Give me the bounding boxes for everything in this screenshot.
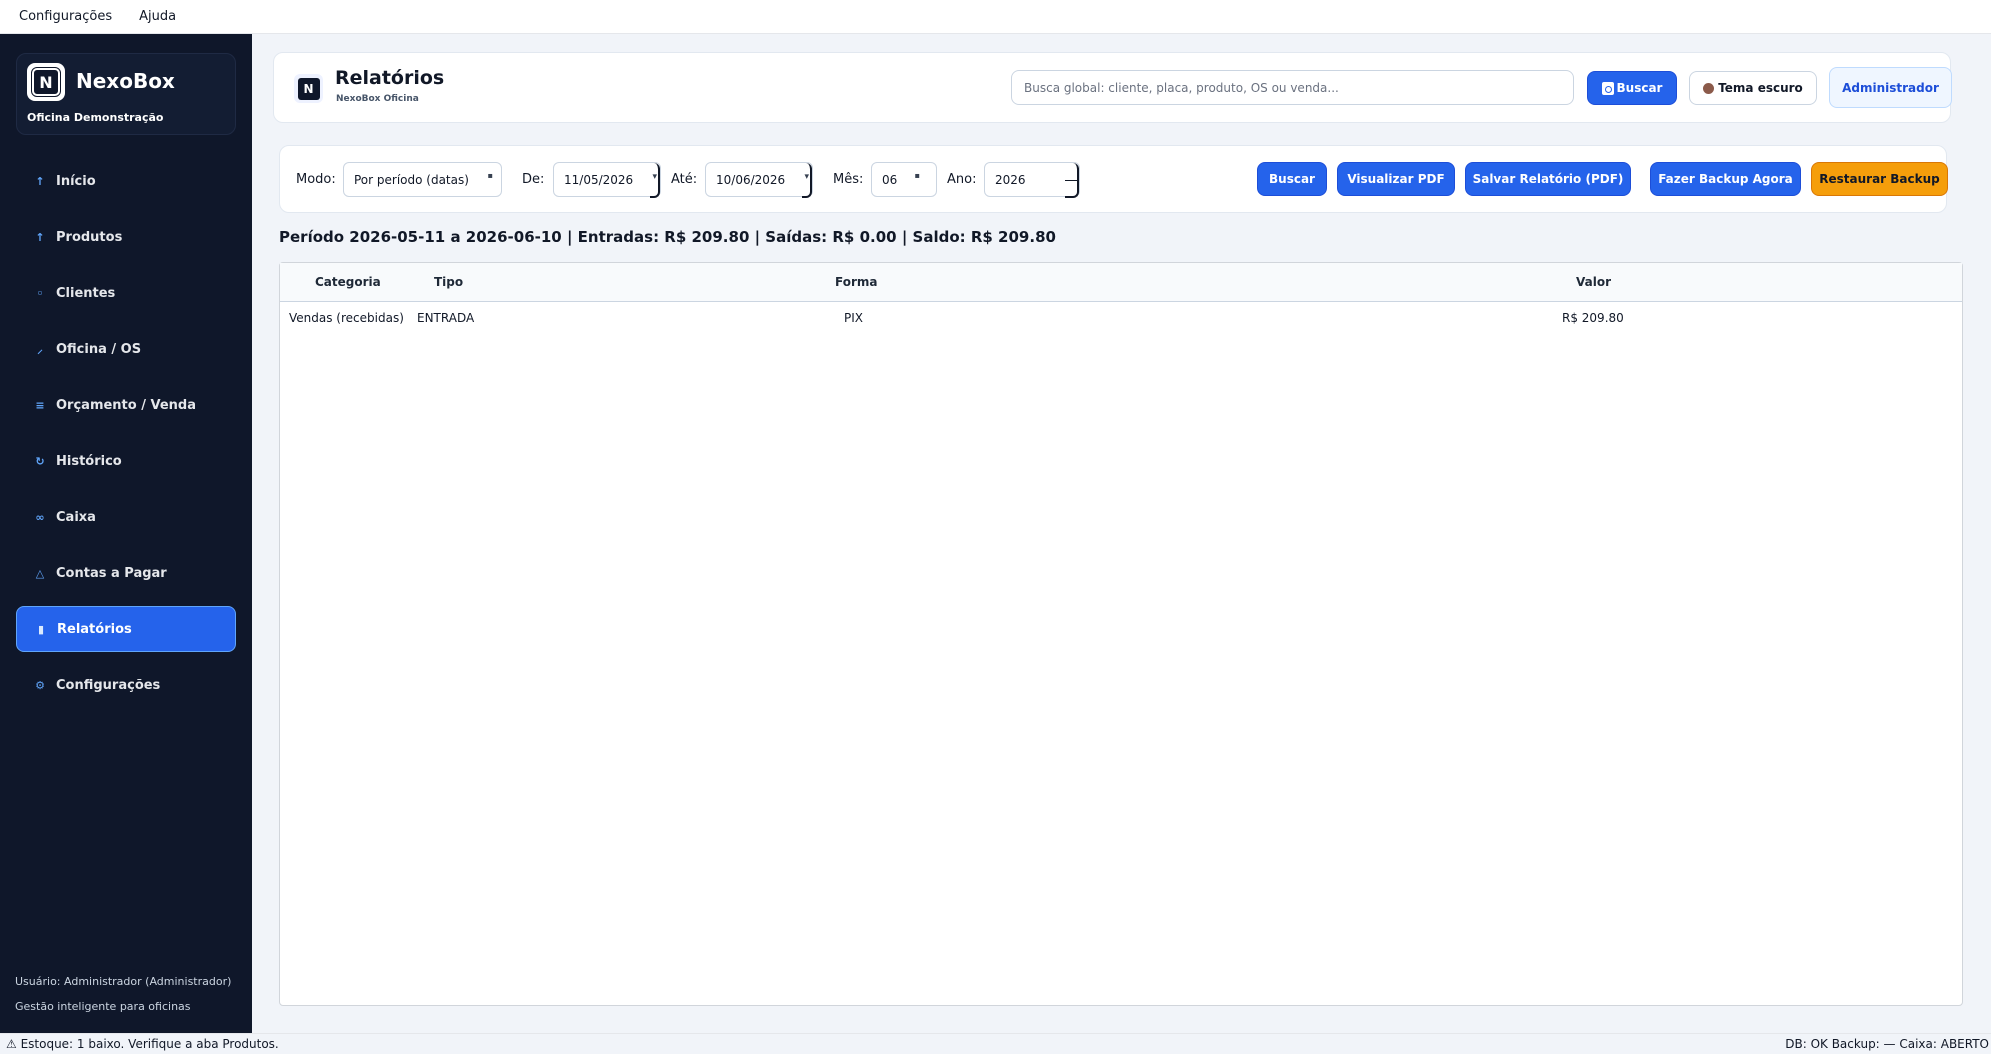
cash-icon: ∞: [35, 510, 45, 524]
sidebar-item-label: Histórico: [56, 453, 122, 469]
logo-icon: N: [27, 63, 65, 101]
chevron-down-icon[interactable]: [650, 163, 660, 198]
dark-theme-button[interactable]: Tema escuro: [1689, 71, 1817, 105]
report-icon: ▮: [37, 622, 45, 636]
sidebar-item-label: Clientes: [56, 285, 116, 301]
cell-valor: R$ 209.80: [1562, 311, 1624, 325]
sidebar-item-label: Oficina / OS: [56, 341, 142, 357]
status-bar: ⚠ Estoque: 1 baixo. Verifique a aba Prod…: [0, 1033, 1991, 1054]
wrench-icon: ⸝: [37, 342, 43, 356]
menu-bar: Configurações Ajuda: [0, 0, 1991, 34]
sidebar-item-inicio[interactable]: ↑ Início: [16, 158, 236, 204]
sidebar-item-label: Início: [56, 173, 96, 189]
theme-dot-icon: [1703, 82, 1715, 94]
spinner-icon: ▪: [487, 171, 493, 180]
stock-warning: ⚠ Estoque: 1 baixo. Verifique a aba Prod…: [6, 1037, 279, 1051]
mode-label: Modo:: [296, 172, 336, 187]
page-title: Relatórios: [335, 67, 445, 89]
backup-now-button[interactable]: Fazer Backup Agora: [1650, 162, 1801, 196]
page-header: N Relatórios NexoBox Oficina Buscar Tema…: [273, 52, 1952, 123]
list-icon: ≡: [35, 398, 45, 412]
sidebar-item-configuracoes[interactable]: ⚙ Configurações: [16, 662, 236, 708]
search-button[interactable]: Buscar: [1257, 162, 1327, 196]
sidebar-item-produtos[interactable]: ↑ Produtos: [16, 214, 236, 260]
page-subtitle: NexoBox Oficina: [336, 94, 419, 104]
sidebar-item-label: Caixa: [56, 509, 96, 525]
sidebar-item-relatorios[interactable]: ▮ Relatórios: [16, 606, 236, 652]
global-search-input[interactable]: [1011, 70, 1574, 105]
sidebar-item-label: Produtos: [56, 229, 123, 245]
column-header-tipo[interactable]: Tipo: [434, 275, 463, 289]
restore-backup-button[interactable]: Restaurar Backup: [1811, 162, 1948, 196]
cell-forma: PIX: [844, 311, 863, 325]
year-stepper[interactable]: 2026: [984, 162, 1080, 198]
sidebar-item-oficina-os[interactable]: ⸝ Oficina / OS: [16, 326, 236, 372]
from-date-field[interactable]: 11/05/2026: [553, 162, 661, 198]
month-stepper[interactable]: 06 ▪: [871, 162, 937, 197]
sidebar-item-label: Relatórios: [57, 621, 132, 637]
cell-categoria: Vendas (recebidas): [289, 311, 404, 325]
table-header: Categoria Tipo Forma Valor: [280, 263, 1962, 302]
warning-icon: △: [35, 566, 45, 580]
arrow-up-icon: ↑: [35, 174, 45, 188]
sidebar-nav: ↑ Início ↑ Produtos ◦ Clientes ⸝ Oficina…: [16, 158, 236, 718]
column-header-categoria[interactable]: Categoria: [315, 275, 381, 289]
sidebar-item-contas-a-pagar[interactable]: △ Contas a Pagar: [16, 550, 236, 596]
person-icon: ◦: [36, 286, 44, 300]
menu-configuracoes[interactable]: Configurações: [19, 9, 112, 24]
spinner-icon[interactable]: [1065, 163, 1079, 198]
column-header-forma[interactable]: Forma: [835, 275, 877, 289]
sidebar-item-historico[interactable]: ↻ Histórico: [16, 438, 236, 484]
report-filters: Modo: Por período (datas) ▪ De: 11/05/20…: [279, 145, 1948, 213]
logo-icon: N: [294, 74, 323, 103]
sidebar-item-caixa[interactable]: ∞ Caixa: [16, 494, 236, 540]
sidebar-tagline: Gestão inteligente para oficinas: [15, 1000, 191, 1013]
sidebar-item-label: Configurações: [56, 677, 161, 693]
sidebar-item-label: Orçamento / Venda: [56, 397, 197, 413]
global-search-button[interactable]: Buscar: [1587, 71, 1677, 105]
cell-tipo: ENTRADA: [417, 311, 475, 325]
to-date-field[interactable]: 10/06/2026: [705, 162, 813, 198]
month-label: Mês:: [833, 172, 864, 187]
brand-name: NexoBox: [76, 69, 175, 93]
report-table: Categoria Tipo Forma Valor Vendas (receb…: [279, 262, 1963, 1006]
save-pdf-button[interactable]: Salvar Relatório (PDF): [1465, 162, 1631, 196]
spinner-icon: ▪: [914, 171, 920, 180]
brand-subtitle: Oficina Demonstração: [27, 111, 164, 124]
arrow-up-icon: ↑: [35, 230, 45, 244]
system-status: DB: OK Backup: — Caixa: ABERTO: [1785, 1037, 1989, 1051]
view-pdf-button[interactable]: Visualizar PDF: [1337, 162, 1455, 196]
menu-ajuda[interactable]: Ajuda: [139, 9, 176, 24]
history-icon: ↻: [35, 454, 45, 468]
sidebar: N NexoBox Oficina Demonstração ↑ Início …: [0, 34, 252, 1033]
gear-icon: ⚙: [35, 678, 45, 692]
sidebar-user-info: Usuário: Administrador (Administrador): [15, 975, 232, 988]
year-label: Ano:: [947, 172, 977, 187]
period-summary: Período 2026-05-11 a 2026-06-10 | Entrad…: [279, 228, 1056, 246]
sidebar-item-orcamento-venda[interactable]: ≡ Orçamento / Venda: [16, 382, 236, 428]
sidebar-item-label: Contas a Pagar: [56, 565, 167, 581]
sidebar-item-clientes[interactable]: ◦ Clientes: [16, 270, 236, 316]
to-label: Até:: [671, 172, 698, 187]
user-button[interactable]: Administrador: [1829, 67, 1952, 108]
mode-select[interactable]: Por período (datas) ▪: [343, 162, 502, 197]
brand-card: N NexoBox Oficina Demonstração: [16, 53, 236, 135]
column-header-valor[interactable]: Valor: [1576, 275, 1611, 289]
chevron-down-icon[interactable]: [802, 163, 812, 198]
search-doc-icon: [1601, 81, 1614, 95]
from-label: De:: [522, 172, 545, 187]
